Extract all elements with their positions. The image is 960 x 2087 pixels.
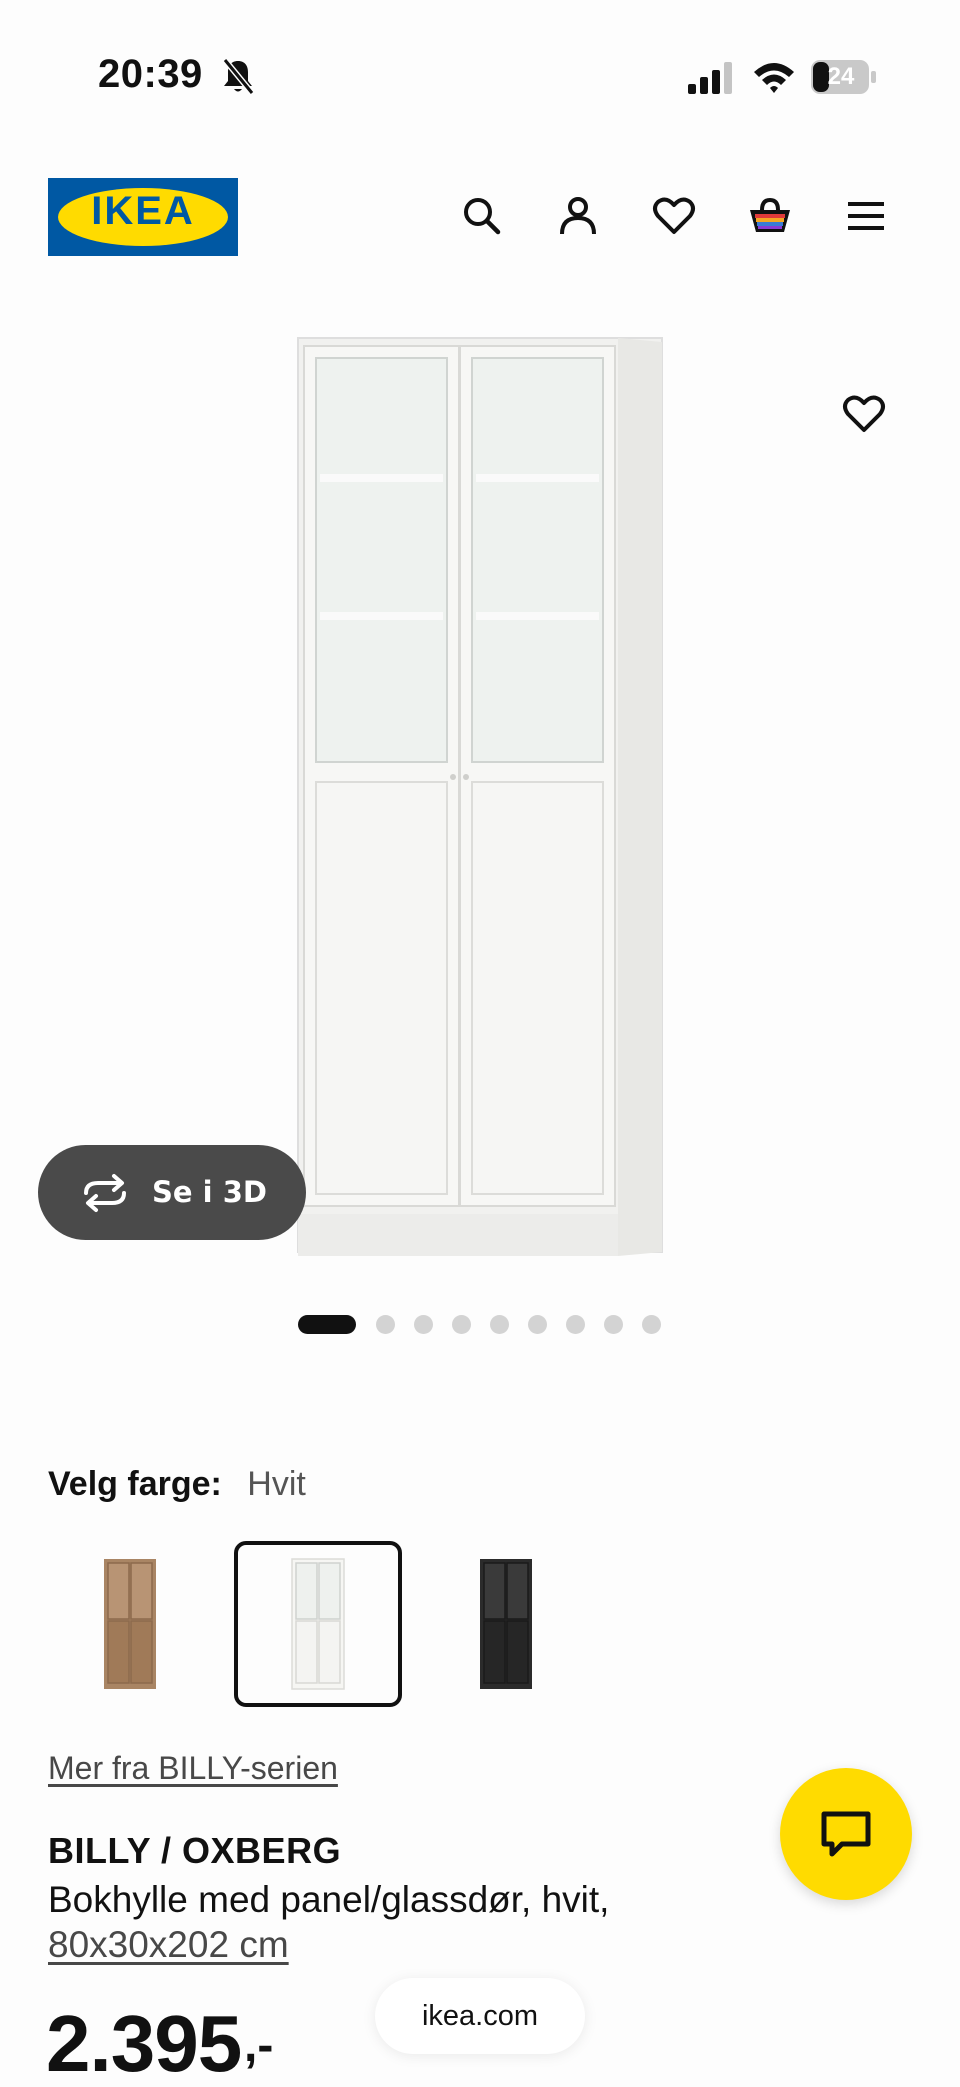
view-in-3d-label: Se i 3D <box>152 1175 267 1209</box>
wifi-icon <box>754 63 794 93</box>
view-in-3d-button[interactable]: Se i 3D <box>38 1145 306 1240</box>
status-time: 20:39 <box>98 52 203 96</box>
status-bar: 20:39 24 <box>0 0 960 110</box>
pagination-dot[interactable] <box>452 1315 471 1334</box>
pagination-dot[interactable] <box>642 1315 661 1334</box>
favourites-icon[interactable] <box>650 192 698 240</box>
color-label: Velg farge: <box>48 1465 222 1503</box>
color-value: Hvit <box>247 1465 306 1503</box>
site-header: IKEA <box>0 170 960 262</box>
pagination-dot[interactable] <box>414 1315 433 1334</box>
color-swatch-white[interactable] <box>234 1541 402 1707</box>
swatch-image-black <box>480 1559 532 1689</box>
basket-icon[interactable] <box>746 192 794 240</box>
battery-level: 24 <box>827 63 855 90</box>
swatch-image-white <box>291 1558 345 1690</box>
rotate-3d-icon <box>84 1174 126 1212</box>
color-swatch-oak[interactable] <box>46 1541 214 1707</box>
product-price: 2.395 <box>46 1999 242 2087</box>
add-to-favourites-icon[interactable] <box>840 390 888 438</box>
price-suffix: ,- <box>244 2019 274 2072</box>
search-icon[interactable] <box>458 192 506 240</box>
ikea-logo[interactable]: IKEA <box>48 178 238 256</box>
pagination-dot[interactable] <box>604 1315 623 1334</box>
menu-icon[interactable] <box>842 192 890 240</box>
image-pagination <box>298 1315 698 1335</box>
chat-button[interactable] <box>780 1768 912 1900</box>
pagination-dot[interactable] <box>566 1315 585 1334</box>
pagination-dot-active[interactable] <box>298 1315 356 1334</box>
color-swatch-black[interactable] <box>422 1541 590 1707</box>
chat-icon <box>821 1811 871 1857</box>
account-icon[interactable] <box>554 192 602 240</box>
pagination-dot[interactable] <box>376 1315 395 1334</box>
product-dimensions-link[interactable]: 80x30x202 cm <box>48 1924 289 1966</box>
pagination-dot[interactable] <box>528 1315 547 1334</box>
bell-muted-icon <box>222 58 255 95</box>
color-selector-heading: Velg farge: Hvit <box>48 1465 306 1504</box>
product-description: Bokhylle med panel/glassdør, hvit, <box>48 1879 610 1920</box>
product-name: BILLY / OXBERG <box>48 1830 342 1871</box>
logo-text: IKEA <box>91 189 195 233</box>
series-link[interactable]: Mer fra BILLY-serien <box>48 1750 338 1787</box>
pagination-dot[interactable] <box>490 1315 509 1334</box>
cellular-signal-icon <box>688 62 732 94</box>
swatch-image-oak <box>104 1559 156 1689</box>
browser-url-bar[interactable]: ikea.com <box>375 1978 585 2054</box>
product-image[interactable] <box>290 334 670 1264</box>
